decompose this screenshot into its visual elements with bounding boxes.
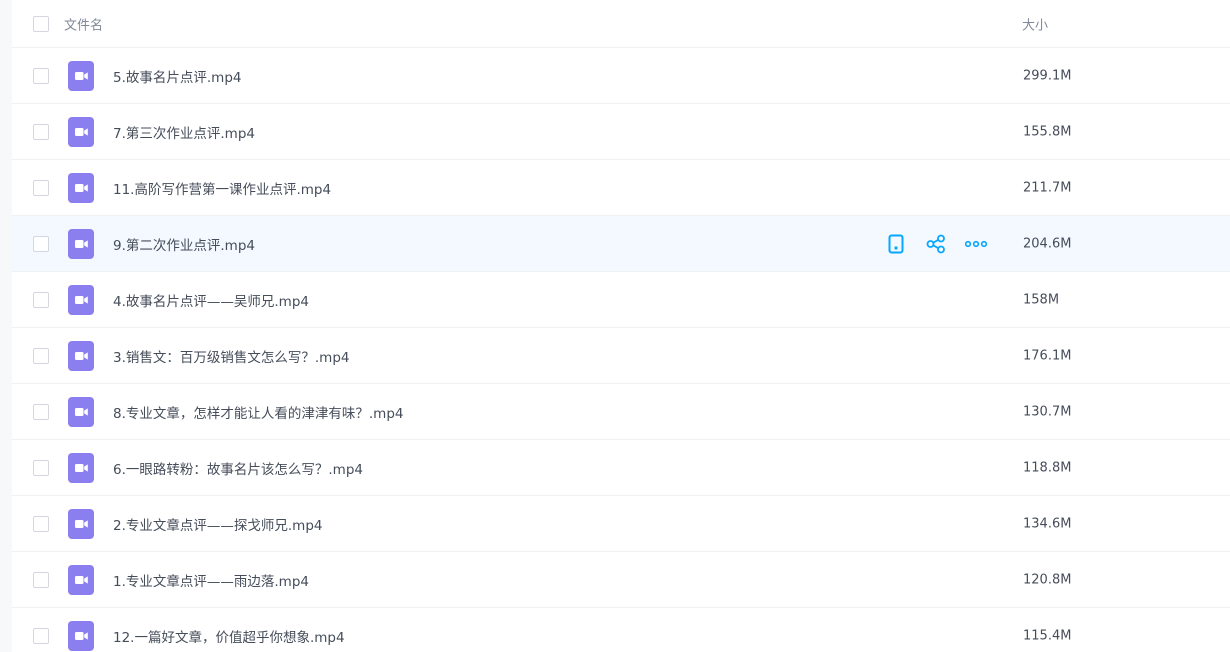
file-size: 130.7M <box>1023 404 1072 419</box>
file-row-10[interactable]: 1.专业文章点评——雨边落.mp4 120.8M <box>12 552 1230 608</box>
video-file-icon <box>68 620 94 651</box>
video-file-icon <box>68 228 94 259</box>
file-row-checkbox[interactable] <box>33 123 49 140</box>
file-name[interactable]: 7.第三次作业点评.mp4 <box>113 122 255 142</box>
file-name[interactable]: 3.销售文：百万级销售文怎么写？.mp4 <box>113 346 349 366</box>
file-row-5[interactable]: 4.故事名片点评——吴师兄.mp4 158M <box>12 272 1230 328</box>
file-size: 204.6M <box>1023 236 1072 251</box>
file-size: 211.7M <box>1023 180 1072 195</box>
file-row-checkbox[interactable] <box>33 235 49 252</box>
row-hover-actions <box>884 232 1004 256</box>
file-name[interactable]: 2.专业文章点评——探戈师兄.mp4 <box>113 514 322 534</box>
file-row-checkbox[interactable] <box>33 627 49 644</box>
file-row-3[interactable]: 11.高阶写作营第一课作业点评.mp4 211.7M <box>12 160 1230 216</box>
file-row-checkbox[interactable] <box>33 347 49 364</box>
file-row-4[interactable]: 9.第二次作业点评.mp4 204.6M <box>12 216 1230 272</box>
file-name[interactable]: 9.第二次作业点评.mp4 <box>113 234 255 254</box>
file-row-7[interactable]: 8.专业文章，怎样才能让人看的津津有味？.mp4 130.7M <box>12 384 1230 440</box>
video-file-icon <box>68 508 94 539</box>
column-header-name[interactable]: 文件名 <box>64 14 103 33</box>
file-row-checkbox[interactable] <box>33 571 49 588</box>
more-icon[interactable] <box>964 232 988 256</box>
file-name[interactable]: 6.一眼路转粉：故事名片该怎么写？.mp4 <box>113 458 363 478</box>
column-header-size[interactable]: 大小 <box>1022 14 1048 33</box>
video-file-icon <box>68 60 94 91</box>
file-list: 文件名 大小 5.故事名片点评.mp4 299.1M 7.第三次作业点评.mp4… <box>12 0 1230 652</box>
phone-icon[interactable] <box>884 232 908 256</box>
file-size: 158M <box>1023 292 1060 307</box>
file-row-checkbox[interactable] <box>33 179 49 196</box>
video-file-icon <box>68 284 94 315</box>
file-size: 176.1M <box>1023 348 1072 363</box>
file-row-8[interactable]: 6.一眼路转粉：故事名片该怎么写？.mp4 118.8M <box>12 440 1230 496</box>
video-file-icon <box>68 452 94 483</box>
file-size: 155.8M <box>1023 124 1072 139</box>
file-name[interactable]: 8.专业文章，怎样才能让人看的津津有味？.mp4 <box>113 402 403 422</box>
file-browser: 文件名 大小 5.故事名片点评.mp4 299.1M 7.第三次作业点评.mp4… <box>0 0 1230 652</box>
left-sidebar-edge <box>0 0 12 652</box>
select-all-checkbox[interactable] <box>33 15 49 32</box>
file-row-checkbox[interactable] <box>33 67 49 84</box>
file-size: 299.1M <box>1023 68 1072 83</box>
file-name[interactable]: 1.专业文章点评——雨边落.mp4 <box>113 570 309 590</box>
video-file-icon <box>68 172 94 203</box>
file-row-checkbox[interactable] <box>33 403 49 420</box>
share-icon[interactable] <box>924 232 948 256</box>
file-size: 120.8M <box>1023 572 1072 587</box>
file-row-6[interactable]: 3.销售文：百万级销售文怎么写？.mp4 176.1M <box>12 328 1230 384</box>
file-row-11[interactable]: 12.一篇好文章，价值超乎你想象.mp4 115.4M <box>12 608 1230 652</box>
file-size: 134.6M <box>1023 516 1072 531</box>
file-row-1[interactable]: 5.故事名片点评.mp4 299.1M <box>12 48 1230 104</box>
file-row-9[interactable]: 2.专业文章点评——探戈师兄.mp4 134.6M <box>12 496 1230 552</box>
video-file-icon <box>68 340 94 371</box>
file-size: 115.4M <box>1023 628 1072 643</box>
file-row-checkbox[interactable] <box>33 515 49 532</box>
file-name[interactable]: 4.故事名片点评——吴师兄.mp4 <box>113 290 309 310</box>
video-file-icon <box>68 564 94 595</box>
file-name[interactable]: 11.高阶写作营第一课作业点评.mp4 <box>113 178 331 198</box>
file-name[interactable]: 5.故事名片点评.mp4 <box>113 66 241 86</box>
file-row-checkbox[interactable] <box>33 291 49 308</box>
video-file-icon <box>68 396 94 427</box>
file-size: 118.8M <box>1023 460 1072 475</box>
file-list-header: 文件名 大小 <box>12 0 1230 48</box>
file-row-checkbox[interactable] <box>33 459 49 476</box>
file-row-2[interactable]: 7.第三次作业点评.mp4 155.8M <box>12 104 1230 160</box>
file-name[interactable]: 12.一篇好文章，价值超乎你想象.mp4 <box>113 626 345 646</box>
video-file-icon <box>68 116 94 147</box>
